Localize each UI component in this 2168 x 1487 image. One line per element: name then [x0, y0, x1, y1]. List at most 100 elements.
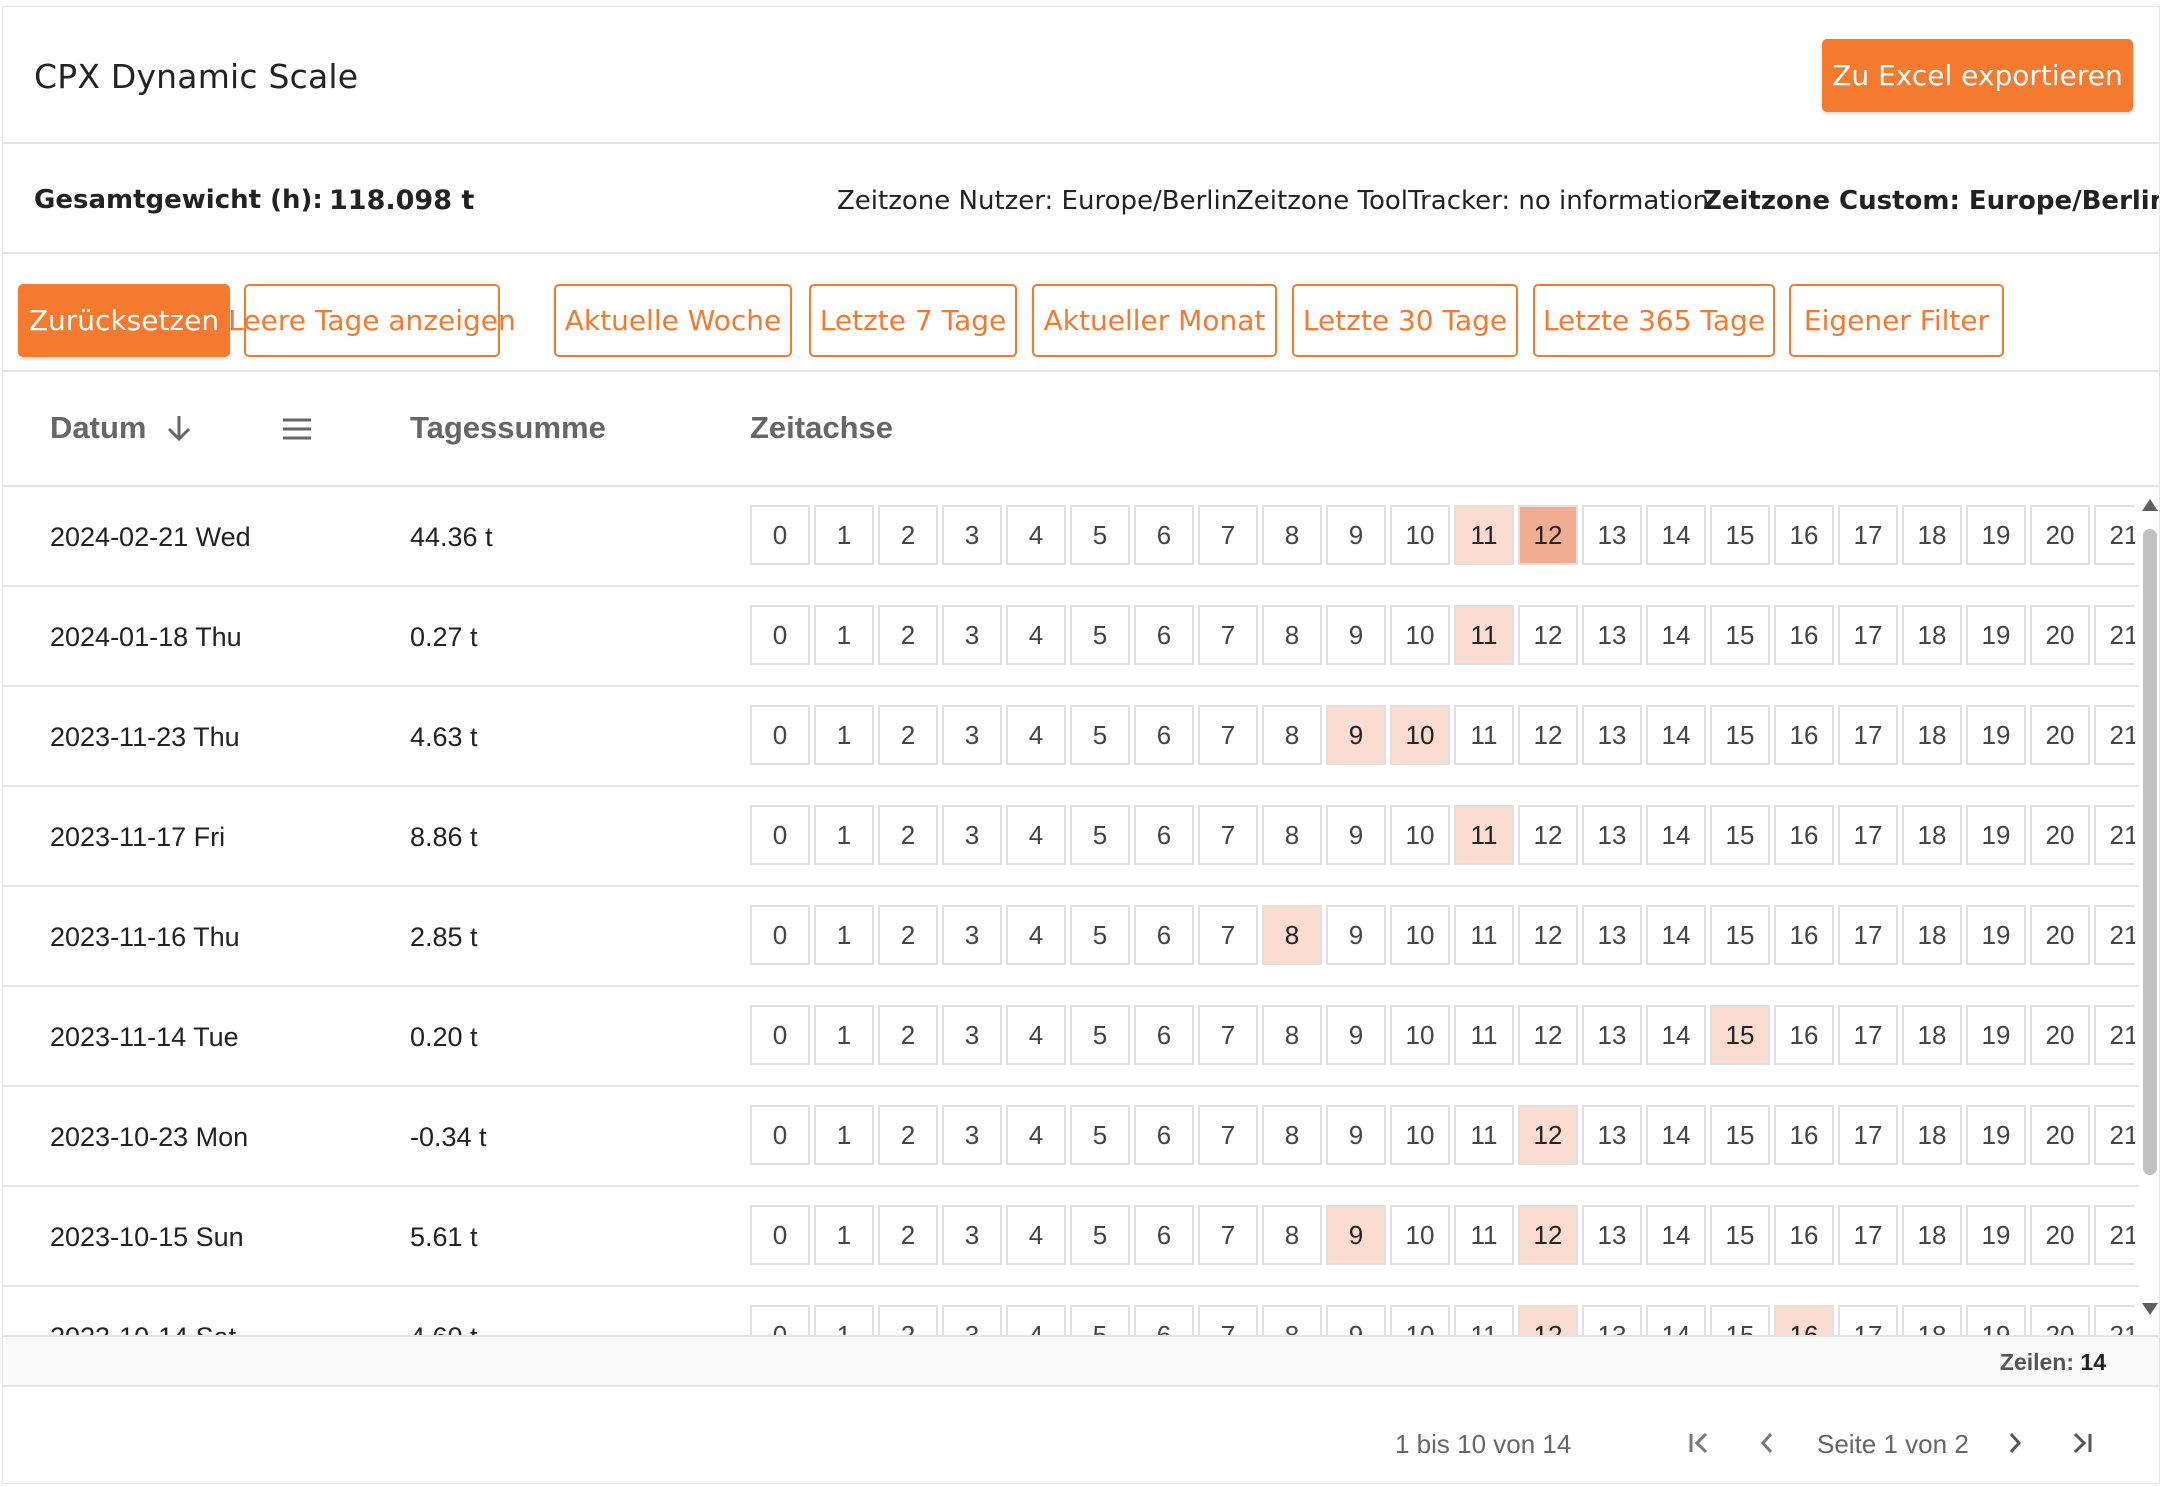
hour-cell[interactable]: 10	[1390, 605, 1450, 665]
hour-cell[interactable]: 14	[1646, 705, 1706, 765]
hour-cell[interactable]: 9	[1326, 1105, 1386, 1165]
hour-cell[interactable]: 8	[1262, 1105, 1322, 1165]
hour-cell[interactable]: 21	[2094, 1305, 2135, 1335]
hour-cell[interactable]: 11	[1454, 905, 1514, 965]
hour-cell[interactable]: 16	[1774, 505, 1834, 565]
hour-cell[interactable]: 3	[942, 605, 1002, 665]
hour-cell[interactable]: 20	[2030, 505, 2090, 565]
hour-cell[interactable]: 9	[1326, 805, 1386, 865]
hour-cell[interactable]: 2	[878, 505, 938, 565]
hour-cell[interactable]: 9	[1326, 705, 1386, 765]
hour-cell[interactable]: 3	[942, 705, 1002, 765]
hour-cell[interactable]: 16	[1774, 1305, 1834, 1335]
timezone-custom-select[interactable]: Zeitzone Custom: Europe/Berlin	[1703, 186, 2159, 216]
hour-cell[interactable]: 21	[2094, 805, 2135, 865]
hour-cell[interactable]: 5	[1070, 1305, 1130, 1335]
table-row[interactable]: 2023-11-23 Thu 4.63 t 0 1 2 3 4 5 6 7 8 9 10 11 12 13 14…	[3, 687, 2139, 787]
hour-cell[interactable]: 5	[1070, 905, 1130, 965]
hour-cell[interactable]: 11	[1454, 705, 1514, 765]
table-row[interactable]: 2023-10-15 Sun 5.61 t 0 1 2 3 4 5 6 7 8 9 10 11 12 13 14…	[3, 1187, 2139, 1287]
hour-cell[interactable]: 4	[1006, 1105, 1066, 1165]
hour-cell[interactable]: 5	[1070, 1205, 1130, 1265]
hour-cell[interactable]: 15	[1710, 505, 1770, 565]
hour-cell[interactable]: 12	[1518, 1205, 1578, 1265]
hour-cell[interactable]: 4	[1006, 1005, 1066, 1065]
hour-cell[interactable]: 7	[1198, 905, 1258, 965]
hour-cell[interactable]: 19	[1966, 705, 2026, 765]
hour-cell[interactable]: 1	[814, 605, 874, 665]
table-row[interactable]: 2023-10-23 Mon -0.34 t 0 1 2 3 4 5 6 7 8 9 10 11 12 13 1…	[3, 1087, 2139, 1187]
hour-cell[interactable]: 20	[2030, 605, 2090, 665]
hour-cell[interactable]: 8	[1262, 505, 1322, 565]
hour-cell[interactable]: 1	[814, 905, 874, 965]
hour-cell[interactable]: 11	[1454, 805, 1514, 865]
hour-cell[interactable]: 11	[1454, 1105, 1514, 1165]
hour-cell[interactable]: 0	[750, 1205, 810, 1265]
hour-cell[interactable]: 7	[1198, 1205, 1258, 1265]
hour-cell[interactable]: 7	[1198, 505, 1258, 565]
hour-cell[interactable]: 13	[1582, 705, 1642, 765]
current-month-button[interactable]: Aktueller Monat	[1032, 284, 1277, 357]
hour-cell[interactable]: 2	[878, 705, 938, 765]
hour-cell[interactable]: 16	[1774, 705, 1834, 765]
hour-cell[interactable]: 13	[1582, 1205, 1642, 1265]
hour-cell[interactable]: 7	[1198, 605, 1258, 665]
hour-cell[interactable]: 10	[1390, 1205, 1450, 1265]
hour-cell[interactable]: 17	[1838, 1105, 1898, 1165]
hour-cell[interactable]: 6	[1134, 505, 1194, 565]
hour-cell[interactable]: 10	[1390, 1105, 1450, 1165]
hour-cell[interactable]: 15	[1710, 1005, 1770, 1065]
hour-cell[interactable]: 10	[1390, 1305, 1450, 1335]
hour-cell[interactable]: 20	[2030, 905, 2090, 965]
export-excel-button[interactable]: Zu Excel exportieren	[1822, 39, 2133, 112]
table-row[interactable]: 2024-02-21 Wed 44.36 t 0 1 2 3 4 5 6 7 8 9 10 11 12 13 1…	[3, 487, 2139, 587]
hour-cell[interactable]: 3	[942, 805, 1002, 865]
hour-cell[interactable]: 14	[1646, 605, 1706, 665]
hour-cell[interactable]: 18	[1902, 905, 1962, 965]
hour-cell[interactable]: 13	[1582, 805, 1642, 865]
table-row[interactable]: 2023-10-14 Sat4.60 t01234567891011121314…	[3, 1287, 2139, 1335]
hour-cell[interactable]: 0	[750, 705, 810, 765]
hour-cell[interactable]: 1	[814, 805, 874, 865]
hour-cell[interactable]: 7	[1198, 705, 1258, 765]
hour-cell[interactable]: 3	[942, 1205, 1002, 1265]
hour-cell[interactable]: 10	[1390, 1005, 1450, 1065]
hour-cell[interactable]: 6	[1134, 1305, 1194, 1335]
reset-button[interactable]: Zurücksetzen	[18, 284, 230, 357]
hour-cell[interactable]: 1	[814, 1205, 874, 1265]
scroll-up-icon[interactable]	[2142, 499, 2158, 511]
hour-cell[interactable]: 8	[1262, 905, 1322, 965]
hour-cell[interactable]: 18	[1902, 805, 1962, 865]
hour-cell[interactable]: 9	[1326, 1005, 1386, 1065]
hour-cell[interactable]: 6	[1134, 1005, 1194, 1065]
current-week-button[interactable]: Aktuelle Woche	[554, 284, 792, 357]
hour-cell[interactable]: 11	[1454, 1205, 1514, 1265]
last-365-days-button[interactable]: Letzte 365 Tage	[1533, 284, 1775, 357]
hour-cell[interactable]: 1	[814, 705, 874, 765]
hour-cell[interactable]: 13	[1582, 1105, 1642, 1165]
hour-cell[interactable]: 0	[750, 905, 810, 965]
hour-cell[interactable]: 7	[1198, 1305, 1258, 1335]
hour-cell[interactable]: 9	[1326, 1305, 1386, 1335]
hour-cell[interactable]: 8	[1262, 1305, 1322, 1335]
hour-cell[interactable]: 6	[1134, 1105, 1194, 1165]
hour-cell[interactable]: 10	[1390, 805, 1450, 865]
hour-cell[interactable]: 19	[1966, 605, 2026, 665]
hour-cell[interactable]: 17	[1838, 905, 1898, 965]
hour-cell[interactable]: 19	[1966, 905, 2026, 965]
hour-cell[interactable]: 10	[1390, 705, 1450, 765]
show-empty-days-button[interactable]: Leere Tage anzeigen	[228, 284, 516, 357]
hour-cell[interactable]: 14	[1646, 905, 1706, 965]
arrow-down-icon[interactable]	[166, 414, 192, 442]
hour-cell[interactable]: 12	[1518, 1305, 1578, 1335]
hour-cell[interactable]: 8	[1262, 805, 1322, 865]
hour-cell[interactable]: 17	[1838, 1205, 1898, 1265]
hour-cell[interactable]: 2	[878, 1305, 938, 1335]
column-header-sum[interactable]: Tagessumme	[410, 410, 606, 446]
hour-cell[interactable]: 8	[1262, 1005, 1322, 1065]
hour-cell[interactable]: 10	[1390, 505, 1450, 565]
hour-cell[interactable]: 2	[878, 905, 938, 965]
hour-cell[interactable]: 12	[1518, 505, 1578, 565]
hour-cell[interactable]: 19	[1966, 1105, 2026, 1165]
hour-cell[interactable]: 12	[1518, 905, 1578, 965]
